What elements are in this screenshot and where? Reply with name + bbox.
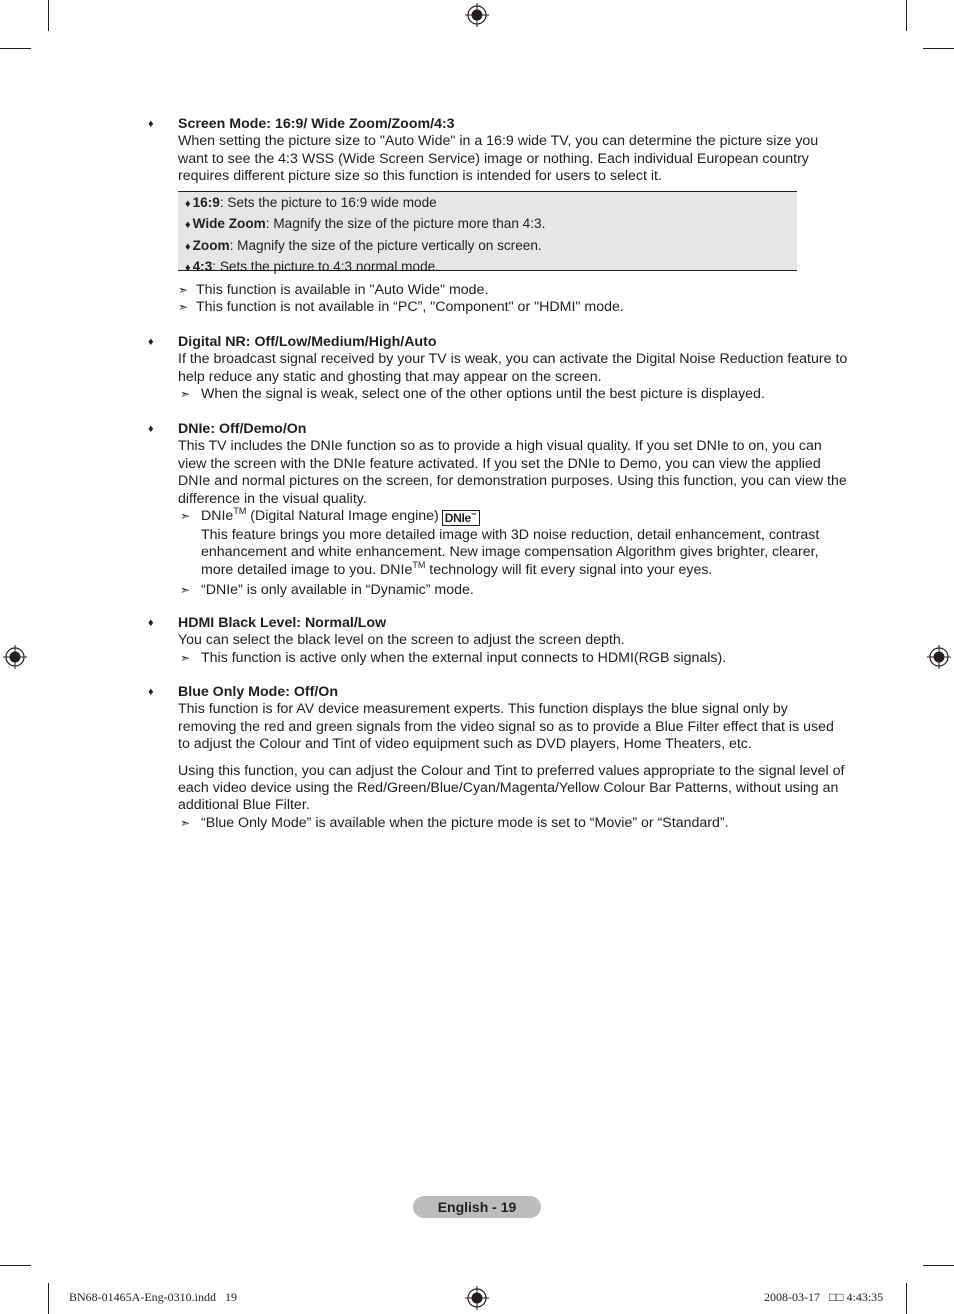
option-row: ♦ 16:9: Sets the picture to 16:9 wide mod… bbox=[185, 193, 545, 214]
dnie-detail: This feature brings you more detailed im… bbox=[201, 527, 820, 578]
bullet-icon: ♦ bbox=[148, 686, 154, 698]
registration-target-icon bbox=[465, 1286, 489, 1310]
bullet-icon: ♦ bbox=[185, 240, 191, 253]
registration-target-icon bbox=[465, 3, 489, 27]
bullet-icon: ♦ bbox=[148, 617, 154, 629]
section-paragraph: You can select the black level on the sc… bbox=[178, 632, 625, 649]
arrow-icon: ➣ bbox=[180, 387, 191, 402]
option-label: Wide Zoom bbox=[192, 216, 266, 232]
arrow-icon: ➣ bbox=[180, 815, 191, 830]
dnie-logo: DNIe™ bbox=[441, 510, 480, 527]
slug-filename: BN68-01465A-Eng-0310.indd 19 bbox=[69, 1290, 237, 1304]
crop-mark bbox=[923, 48, 954, 49]
option-row: ♦ Zoom: Magnify the size of the picture v… bbox=[185, 236, 545, 257]
crop-mark bbox=[0, 48, 31, 49]
bullet-icon: ♦ bbox=[185, 219, 191, 232]
note: ➣ “DNIe” is only available in “Dynamic” m… bbox=[180, 582, 474, 599]
note: ➣ This function is active only when the e… bbox=[180, 649, 727, 666]
crop-mark bbox=[48, 0, 49, 31]
arrow-icon: ➣ bbox=[180, 509, 191, 524]
note: ➣ When the signal is weak, select one of … bbox=[180, 386, 765, 403]
bullet-icon: ♦ bbox=[148, 118, 154, 130]
crop-mark bbox=[906, 1283, 907, 1314]
option-row: ♦ 4:3: Sets the picture to 4:3 normal mod… bbox=[185, 257, 545, 278]
registration-target-icon bbox=[3, 645, 27, 669]
option-desc: : Sets the picture to 4:3 normal mode. bbox=[212, 258, 439, 274]
bullet-icon: ♦ bbox=[148, 423, 154, 435]
section-title: Digital NR: Off/Low/Medium/High/Auto bbox=[178, 334, 437, 350]
section-paragraph: This TV includes the DNIe function so as… bbox=[178, 438, 847, 507]
crop-mark bbox=[906, 0, 907, 31]
option-desc: : Magnify the size of the picture vertic… bbox=[229, 237, 542, 253]
option-desc: : Magnify the size of the picture more t… bbox=[265, 216, 546, 232]
section-title: Screen Mode: 16:9/ Wide Zoom/Zoom/4:3 bbox=[178, 116, 455, 132]
arrow-icon: ➣ bbox=[180, 650, 191, 665]
section-paragraph-2: Using this function, you can adjust the … bbox=[178, 762, 845, 814]
note-dnie-engine: ➣ DNIeTM (Digital Natural Image engine) DN… bbox=[178, 507, 848, 527]
arrow-icon: ➣ bbox=[178, 283, 189, 297]
section-paragraph: If the broadcast signal received by your… bbox=[178, 351, 848, 385]
page-number-label: English - 19 bbox=[413, 1196, 541, 1218]
section-paragraph: When setting the picture size to "Auto W… bbox=[178, 133, 819, 185]
slug-timestamp: 2008-03-17 □□ 4:43:35 bbox=[764, 1290, 884, 1304]
crop-mark bbox=[48, 1283, 49, 1314]
section-paragraph: This function is for AV device measureme… bbox=[178, 701, 834, 753]
note: ➣ “Blue Only Mode” is available when the … bbox=[180, 814, 729, 831]
registration-target-icon bbox=[927, 645, 951, 669]
arrow-icon: ➣ bbox=[180, 583, 191, 598]
section-title: DNIe: Off/Demo/On bbox=[178, 421, 307, 437]
screen-mode-options-box: ♦ 16:9: Sets the picture to 16:9 wide mod… bbox=[178, 191, 797, 274]
bullet-icon: ♦ bbox=[148, 336, 154, 348]
option-row: ♦ Wide Zoom: Magnify the size of the pict… bbox=[185, 214, 545, 235]
option-label: Zoom bbox=[192, 237, 230, 253]
option-label: 16:9 bbox=[192, 195, 220, 210]
note: ➣ This function is not available in “PC”,… bbox=[178, 299, 624, 316]
option-label: 4:3 bbox=[192, 258, 213, 274]
crop-mark bbox=[923, 1265, 954, 1266]
section-title: HDMI Black Level: Normal/Low bbox=[178, 615, 387, 631]
option-desc: : Sets the picture to 16:9 wide mode bbox=[219, 195, 437, 210]
section-title: Blue Only Mode: Off/On bbox=[178, 684, 338, 700]
crop-mark bbox=[0, 1265, 31, 1266]
arrow-icon: ➣ bbox=[178, 300, 189, 315]
bullet-icon: ♦ bbox=[185, 261, 191, 274]
bullet-icon: ♦ bbox=[185, 198, 191, 210]
note: ➣ This function is available in "Auto Wid… bbox=[178, 282, 489, 298]
